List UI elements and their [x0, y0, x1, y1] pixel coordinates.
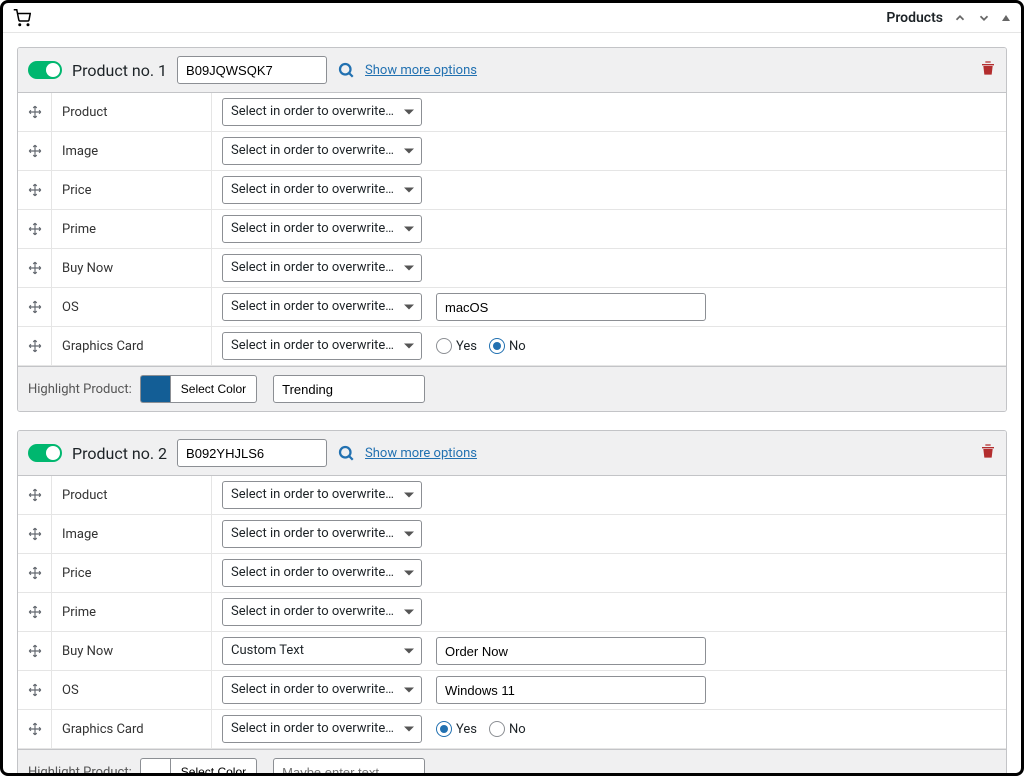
product-select[interactable]: Select in order to overwrite… [222, 98, 422, 126]
os-input[interactable] [436, 293, 706, 321]
drag-handle-icon[interactable] [18, 671, 52, 709]
delete-icon[interactable] [980, 443, 996, 463]
drag-handle-icon[interactable] [18, 249, 52, 287]
drag-handle-icon[interactable] [18, 171, 52, 209]
product-title: Product no. 2 [72, 444, 167, 463]
product-block-2: Product no. 2 Show more options Product … [17, 430, 1007, 776]
search-icon[interactable] [337, 61, 355, 79]
row-label: Prime [52, 210, 212, 248]
graphics-yes-radio[interactable]: Yes [436, 721, 477, 737]
row-label: Product [52, 476, 212, 514]
graphics-select[interactable]: Select in order to overwrite… [222, 715, 422, 743]
prime-select[interactable]: Select in order to overwrite… [222, 598, 422, 626]
drag-handle-icon[interactable] [18, 327, 52, 365]
graphics-no-radio[interactable]: No [489, 338, 526, 354]
row-label: OS [52, 288, 212, 326]
highlight-text-input[interactable] [273, 375, 425, 403]
drag-handle-icon[interactable] [18, 132, 52, 170]
caret-up-icon[interactable] [1001, 13, 1011, 23]
buy-now-select[interactable]: Custom Text [222, 637, 422, 665]
prime-select[interactable]: Select in order to overwrite… [222, 215, 422, 243]
row-label: Buy Now [52, 249, 212, 287]
color-swatch[interactable] [140, 375, 170, 403]
product-block-1: Product no. 1 Show more options Product … [17, 47, 1007, 412]
select-color-button[interactable]: Select Color [170, 758, 257, 776]
asin-input[interactable] [177, 439, 327, 467]
os-select[interactable]: Select in order to overwrite… [222, 676, 422, 704]
highlight-label: Highlight Product: [28, 765, 132, 776]
buy-now-input[interactable] [436, 637, 706, 665]
row-label: Price [52, 171, 212, 209]
row-label: Graphics Card [52, 710, 212, 748]
row-label: Prime [52, 593, 212, 631]
drag-handle-icon[interactable] [18, 593, 52, 631]
row-label: Image [52, 515, 212, 553]
image-select[interactable]: Select in order to overwrite… [222, 137, 422, 165]
graphics-no-radio[interactable]: No [489, 721, 526, 737]
drag-handle-icon[interactable] [18, 554, 52, 592]
delete-icon[interactable] [980, 60, 996, 80]
row-label: Graphics Card [52, 327, 212, 365]
topbar: Products [3, 3, 1021, 33]
asin-input[interactable] [177, 56, 327, 84]
drag-handle-icon[interactable] [18, 515, 52, 553]
show-more-link[interactable]: Show more options [365, 446, 477, 461]
cart-icon[interactable] [13, 9, 31, 27]
show-more-link[interactable]: Show more options [365, 63, 477, 78]
os-input[interactable] [436, 676, 706, 704]
row-label: OS [52, 671, 212, 709]
graphics-select[interactable]: Select in order to overwrite… [222, 332, 422, 360]
price-select[interactable]: Select in order to overwrite… [222, 176, 422, 204]
highlight-text-input[interactable] [273, 758, 425, 776]
product-select[interactable]: Select in order to overwrite… [222, 481, 422, 509]
drag-handle-icon[interactable] [18, 632, 52, 670]
drag-handle-icon[interactable] [18, 93, 52, 131]
row-label: Buy Now [52, 632, 212, 670]
page-title: Products [886, 10, 943, 26]
buy-now-select[interactable]: Select in order to overwrite… [222, 254, 422, 282]
chevron-down-icon[interactable] [977, 11, 991, 25]
row-label: Price [52, 554, 212, 592]
drag-handle-icon[interactable] [18, 288, 52, 326]
select-color-button[interactable]: Select Color [170, 375, 257, 403]
os-select[interactable]: Select in order to overwrite… [222, 293, 422, 321]
row-label: Product [52, 93, 212, 131]
product-title: Product no. 1 [72, 61, 167, 80]
row-label: Image [52, 132, 212, 170]
drag-handle-icon[interactable] [18, 710, 52, 748]
price-select[interactable]: Select in order to overwrite… [222, 559, 422, 587]
enable-toggle[interactable] [28, 61, 62, 79]
graphics-yes-radio[interactable]: Yes [436, 338, 477, 354]
color-swatch[interactable] [140, 758, 170, 776]
highlight-label: Highlight Product: [28, 382, 132, 397]
search-icon[interactable] [337, 444, 355, 462]
chevron-up-icon[interactable] [953, 11, 967, 25]
enable-toggle[interactable] [28, 444, 62, 462]
drag-handle-icon[interactable] [18, 476, 52, 514]
drag-handle-icon[interactable] [18, 210, 52, 248]
image-select[interactable]: Select in order to overwrite… [222, 520, 422, 548]
